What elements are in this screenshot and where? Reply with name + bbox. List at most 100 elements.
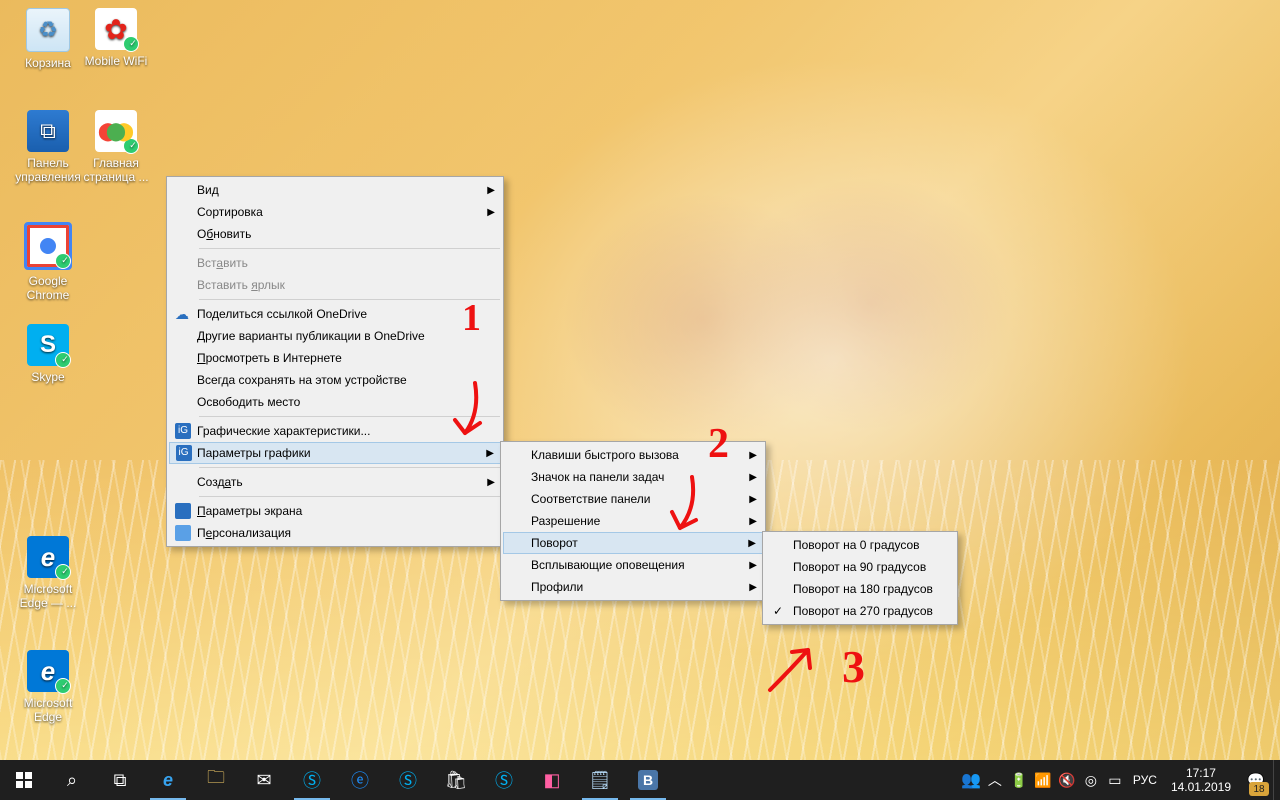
menu-item-tray-icon[interactable]: Значок на панели задач▶ — [503, 466, 763, 488]
menu-item-paste: Вставить — [169, 252, 501, 274]
language-indicator[interactable]: РУС — [1127, 773, 1163, 787]
menu-item-gfx-params[interactable]: iGПараметры графики▶ — [169, 442, 501, 464]
intel-icon: iG — [175, 423, 191, 439]
taskbar-clock[interactable]: 17:17 14.01.2019 — [1163, 766, 1239, 794]
taskbar-app-skype-3[interactable]: Ⓢ — [480, 760, 528, 800]
annotation-number-3: 3 — [842, 640, 865, 693]
menu-item-popups[interactable]: Всплывающие оповещения ▶ — [503, 554, 763, 576]
menu-label: Всплывающие оповещения — [531, 558, 685, 572]
menu-item-free-space[interactable]: Освободить место — [169, 391, 501, 413]
menu-item-resolution[interactable]: Разрешение ▶ — [503, 510, 763, 532]
tray-overflow[interactable]: ︿ — [983, 760, 1007, 800]
search-button[interactable]: ⌕ — [48, 760, 96, 800]
skype-icon: Ⓢ — [495, 767, 513, 793]
tray-network[interactable]: 📶 — [1031, 760, 1055, 800]
menu-item-onedrive-share[interactable]: ☁Поделиться ссылкой OneDrive — [169, 303, 501, 325]
tray-battery[interactable]: 🔋 — [1007, 760, 1031, 800]
huawei-icon — [95, 8, 137, 50]
menu-item-rotate-90[interactable]: Поворот на 90 градусов — [765, 556, 955, 578]
taskbar-app-photos[interactable]: ◧ — [528, 760, 576, 800]
taskbar-app-notes[interactable]: 🗒 — [576, 760, 624, 800]
taskbar-app-ie[interactable]: ⓔ — [336, 760, 384, 800]
desktop-icon-yandex-home[interactable]: Главная страница ... — [78, 110, 154, 184]
menu-label: Просмотреть в Интернете — [197, 351, 342, 365]
chevron-right-icon: ▶ — [749, 560, 757, 571]
taskbar-app-explorer[interactable]: 🗀 — [192, 760, 240, 800]
chevron-right-icon: ▶ — [487, 477, 495, 488]
menu-item-create[interactable]: Создать ▶ — [169, 471, 501, 493]
tray-project[interactable]: ▭ — [1103, 760, 1127, 800]
menu-label: Обновить — [197, 227, 251, 241]
menu-item-panel-fit[interactable]: Соответствие панели▶ — [503, 488, 763, 510]
desktop[interactable]: Корзина Панель управления Google Chrome … — [0, 0, 1280, 800]
chrome-icon — [24, 222, 72, 270]
menu-item-rotate-0[interactable]: Поворот на 0 градусов — [765, 534, 955, 556]
menu-label: Персонализация — [197, 526, 291, 540]
tray-volume[interactable]: 🔇 — [1055, 760, 1079, 800]
chevron-up-icon: ︿ — [988, 770, 1002, 790]
desktop-icon-control-panel[interactable]: Панель управления — [10, 110, 86, 184]
chevron-right-icon: ▶ — [749, 516, 757, 527]
menu-item-rotate-270[interactable]: ✓Поворот на 270 градусов — [765, 600, 955, 622]
desktop-icon-mobile-wifi[interactable]: Mobile WiFi — [78, 8, 154, 68]
taskbar-app-edge[interactable]: e — [144, 760, 192, 800]
control-panel-icon — [27, 110, 69, 152]
tray-people[interactable]: 👥 — [959, 760, 983, 800]
clock-date: 14.01.2019 — [1171, 780, 1231, 794]
menu-label: Другие варианты публикации в OneDrive — [197, 329, 425, 343]
menu-item-rotation[interactable]: Поворот▶ — [503, 532, 763, 554]
show-desktop-button[interactable] — [1273, 760, 1280, 800]
menu-item-profiles[interactable]: Профили▶ — [503, 576, 763, 598]
menu-separator — [199, 496, 500, 497]
menu-item-refresh[interactable]: Обновить — [169, 223, 501, 245]
menu-item-sort[interactable]: Сортировка▶ — [169, 201, 501, 223]
menu-item-browse-internet[interactable]: Просмотреть в Интернете — [169, 347, 501, 369]
desktop-icon-chrome[interactable]: Google Chrome — [10, 222, 86, 302]
task-view-button[interactable]: ⧉ — [96, 760, 144, 800]
menu-item-gfx-props[interactable]: iG Графические характеристики... — [169, 420, 501, 442]
desktop-icon-skype[interactable]: Skype — [10, 324, 86, 384]
project-icon: ▭ — [1108, 772, 1121, 789]
icon-label: Microsoft Edge — [10, 696, 86, 724]
taskbar-app-mail[interactable]: ✉ — [240, 760, 288, 800]
menu-label: Вид — [197, 183, 219, 197]
chevron-right-icon: ▶ — [486, 448, 494, 459]
taskbar-app-vk[interactable]: В — [624, 760, 672, 800]
taskbar: ⌕ ⧉ e 🗀 ✉ Ⓢ ⓔ Ⓢ 🛍 Ⓢ ◧ 🗒 В 👥 ︿ 🔋 📶 🔇 ◎ ▭ … — [0, 760, 1280, 800]
menu-item-always-keep[interactable]: Всегда сохранять на этом устройстве — [169, 369, 501, 391]
menu-label: Графические характеристики... — [197, 424, 370, 438]
wifi-icon: 📶 — [1034, 772, 1051, 789]
desktop-context-menu: Вид▶ Сортировка▶ Обновить Вставить Встав… — [166, 176, 504, 547]
action-center-button[interactable]: 💬 18 — [1239, 760, 1273, 800]
menu-item-personalization[interactable]: Персонализация — [169, 522, 501, 544]
menu-item-paste-shortcut: Вставить ярлык — [169, 274, 501, 296]
icon-label: Google Chrome — [10, 274, 86, 302]
taskbar-app-skype-2[interactable]: Ⓢ — [384, 760, 432, 800]
check-icon: ✓ — [773, 604, 783, 618]
chevron-right-icon: ▶ — [749, 582, 757, 593]
desktop-icon-edge-2[interactable]: Microsoft Edge — [10, 650, 86, 724]
menu-label: Создать — [197, 475, 243, 489]
chevron-right-icon: ▶ — [749, 494, 757, 505]
menu-item-display-settings[interactable]: Параметры экрана — [169, 500, 501, 522]
task-view-icon: ⧉ — [114, 770, 127, 791]
menu-label: Разрешение — [531, 514, 600, 528]
start-button[interactable] — [0, 760, 48, 800]
desktop-icon-recycle-bin[interactable]: Корзина — [10, 8, 86, 70]
gfx-params-submenu: Клавиши быстрого вызова▶ Значок на панел… — [500, 441, 766, 601]
menu-separator — [199, 467, 500, 468]
edge-icon — [27, 650, 69, 692]
skype-icon: Ⓢ — [399, 767, 417, 793]
taskbar-left: ⌕ ⧉ e 🗀 ✉ Ⓢ ⓔ Ⓢ 🛍 Ⓢ ◧ 🗒 В — [0, 760, 672, 800]
taskbar-app-skype-1[interactable]: Ⓢ — [288, 760, 336, 800]
menu-item-hotkeys[interactable]: Клавиши быстрого вызова▶ — [503, 444, 763, 466]
taskbar-app-store[interactable]: 🛍 — [432, 760, 480, 800]
tray-location[interactable]: ◎ — [1079, 760, 1103, 800]
desktop-icon-edge-1[interactable]: Microsoft Edge — ... — [10, 536, 86, 610]
menu-item-view[interactable]: Вид▶ — [169, 179, 501, 201]
menu-item-rotate-180[interactable]: Поворот на 180 градусов — [765, 578, 955, 600]
notification-badge: 18 — [1249, 782, 1269, 796]
cloud-icon: ☁ — [175, 306, 191, 322]
menu-item-onedrive-publish[interactable]: Другие варианты публикации в OneDrive — [169, 325, 501, 347]
menu-separator — [199, 299, 500, 300]
